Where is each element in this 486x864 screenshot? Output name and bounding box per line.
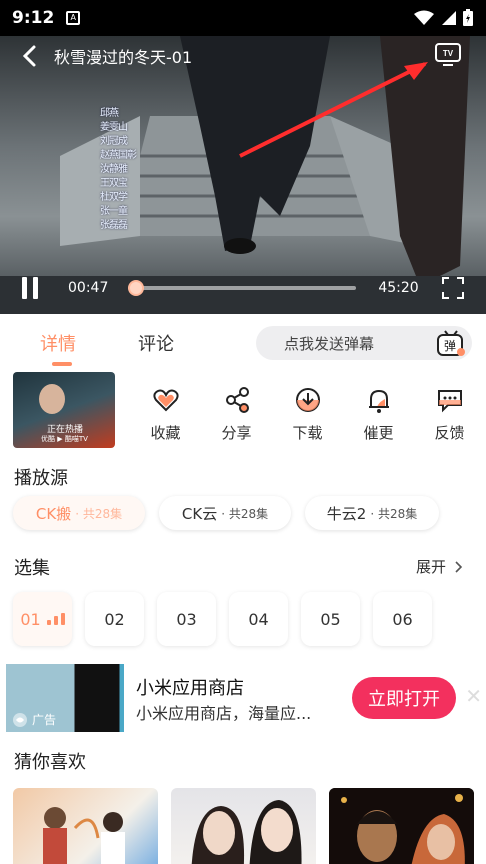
ad-title: 小米应用商店: [136, 678, 244, 699]
share-icon: [225, 387, 249, 413]
ad-close-icon[interactable]: ✕: [465, 684, 482, 708]
video-player[interactable]: 邱燕 姜雯山 刘冠成 赵燕国彰 汝静雅 王双宝 杜双学 张一童 张磊磊 秋雪漫过…: [0, 36, 486, 314]
ad-description: 小米应用商店，海量应...: [136, 704, 312, 723]
danmu-icon[interactable]: 弹: [436, 328, 466, 358]
ad-logo-icon: [13, 712, 27, 727]
credit-name: 赵燕国彰: [100, 150, 137, 161]
action-label: 分享: [221, 424, 252, 442]
wifi-icon: [414, 10, 434, 25]
video-title: 秋雪漫过的冬天-01: [54, 48, 193, 67]
expand-button[interactable]: 展开: [416, 556, 464, 577]
recommend-title: 猜你喜欢: [14, 752, 86, 773]
svg-text:TV: TV: [443, 49, 454, 58]
sim-icon: A: [66, 11, 81, 25]
source-item[interactable]: 牛云2 · 共28集: [305, 496, 439, 530]
action-label: 催更: [363, 424, 394, 442]
credit-name: 汝静雅: [100, 164, 128, 175]
action-label: 下载: [292, 424, 323, 442]
source-item[interactable]: CK搬 · 共28集: [13, 496, 145, 530]
tab-bar: 详情 评论 点我发送弹幕 弹: [0, 314, 486, 372]
current-time: 00:47: [68, 280, 109, 296]
source-list: CK搬 · 共28集 CK云 · 共28集 牛云2 · 共28集: [13, 496, 439, 530]
heart-icon: [152, 389, 179, 412]
signal-icon: [442, 11, 456, 25]
action-row: 收藏 分享 下载 催更 反馈: [130, 386, 485, 443]
share-button[interactable]: 分享: [201, 386, 272, 443]
episode-item[interactable]: 03: [157, 592, 216, 646]
episode-item[interactable]: 05: [301, 592, 360, 646]
credit-name: 张磊磊: [100, 220, 128, 231]
tab-details[interactable]: 详情: [40, 330, 76, 366]
credit-name: 邱燕: [100, 108, 119, 119]
tv-cast-icon[interactable]: TV: [434, 40, 462, 68]
svg-text:弹: 弹: [444, 339, 456, 353]
show-poster[interactable]: 正在热播 优酷 ▶ 酷喵TV: [13, 372, 115, 448]
ad-image: 广告: [6, 664, 124, 732]
player-controls: 00:47 45:20: [0, 262, 486, 314]
battery-icon: [463, 9, 473, 26]
download-icon: [295, 388, 320, 412]
recommend-card[interactable]: [329, 788, 474, 864]
episode-item[interactable]: 06: [373, 592, 432, 646]
action-label: 反馈: [434, 424, 465, 442]
favorite-button[interactable]: 收藏: [130, 386, 201, 443]
recommend-card[interactable]: [13, 788, 158, 864]
poster-sub-text: 优酷 ▶ 酷喵TV: [41, 435, 88, 443]
sources-title: 播放源: [14, 468, 68, 489]
episodes-title: 选集: [14, 558, 50, 579]
ad-tag: 广告: [12, 711, 56, 728]
feedback-button[interactable]: 反馈: [414, 386, 485, 443]
recommend-section: 猜你喜欢: [0, 734, 486, 864]
remind-button[interactable]: 催更: [343, 386, 414, 443]
danmu-input[interactable]: 点我发送弹幕 弹: [256, 326, 472, 360]
recommend-card[interactable]: [171, 788, 316, 864]
credit-name: 王双宝: [100, 178, 128, 189]
episode-list: 01 02 03 04 05 06: [13, 592, 432, 646]
status-bar: 9:12 A: [0, 0, 486, 36]
progress-thumb[interactable]: [128, 280, 145, 296]
chevron-right-icon: [455, 560, 463, 573]
credit-name: 姜雯山: [100, 122, 128, 133]
action-label: 收藏: [150, 424, 181, 442]
status-icons: [414, 9, 474, 27]
total-time: 45:20: [378, 280, 419, 296]
bell-icon: [368, 389, 389, 413]
danmu-placeholder: 点我发送弹幕: [284, 334, 375, 353]
tab-comments[interactable]: 评论: [138, 330, 174, 356]
back-arrow-icon[interactable]: [18, 44, 42, 68]
pause-icon[interactable]: [22, 277, 42, 299]
player-top-bar: 秋雪漫过的冬天-01: [0, 36, 486, 76]
status-time: 9:12: [12, 8, 55, 28]
detail-section: 正在热播 优酷 ▶ 酷喵TV 收藏 分享 下载 催更 反馈 播放源 CK搬 · 共…: [0, 372, 486, 662]
source-item[interactable]: CK云 · 共28集: [159, 496, 291, 530]
ad-open-button[interactable]: 立即打开: [352, 677, 456, 719]
fullscreen-icon[interactable]: [442, 277, 464, 299]
credits-list: 邱燕 姜雯山 刘冠成 赵燕国彰 汝静雅 王双宝 杜双学 张一童 张磊磊: [100, 108, 140, 232]
credit-name: 张一童: [100, 206, 128, 217]
credit-name: 杜双学: [100, 192, 128, 203]
feedback-icon: [437, 390, 462, 413]
episode-item[interactable]: 01: [13, 592, 72, 646]
download-button[interactable]: 下载: [272, 386, 343, 443]
playing-indicator-icon: [46, 613, 65, 625]
episode-item[interactable]: 04: [229, 592, 288, 646]
recommend-list: [13, 788, 474, 864]
episode-item[interactable]: 02: [85, 592, 144, 646]
ad-banner[interactable]: 广告 小米应用商店 小米应用商店，海量应... 立即打开 ✕: [0, 662, 486, 734]
progress-track[interactable]: [128, 280, 357, 296]
credit-name: 刘冠成: [100, 136, 128, 147]
